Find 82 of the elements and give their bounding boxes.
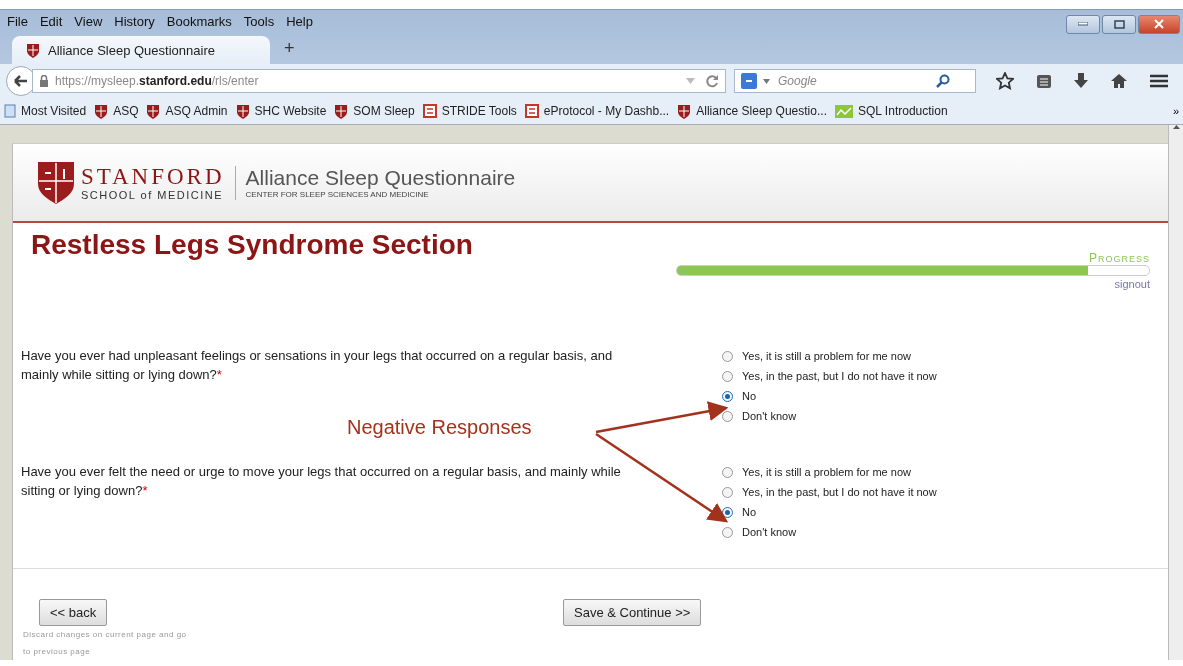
- shield-logo-icon: [37, 160, 75, 205]
- overflow-button[interactable]: »: [1172, 105, 1183, 117]
- bookmark-item[interactable]: SOM Sleep: [330, 103, 419, 119]
- bookmark-item[interactable]: ASQ: [90, 103, 143, 119]
- search-engine-icon: [741, 73, 757, 89]
- shield-icon: [146, 103, 161, 119]
- search-field[interactable]: Google: [734, 69, 976, 93]
- maximize-icon: [1113, 19, 1125, 29]
- url-text: https://mysleep.stanford.edu/rls/enter: [55, 74, 259, 88]
- option-label[interactable]: Yes, it is still a problem for me now: [742, 350, 911, 362]
- search-icon: [936, 74, 950, 88]
- star-icon[interactable]: [996, 72, 1014, 90]
- shield-icon: [94, 103, 109, 119]
- menu-item[interactable]: Help: [281, 13, 320, 29]
- bookmark-item[interactable]: SHC Website: [231, 103, 331, 119]
- shield-icon: [235, 103, 250, 119]
- save-continue-button[interactable]: Save & Continue >>: [563, 599, 702, 626]
- brand-name: STANFORD: [81, 164, 225, 189]
- minimize-button[interactable]: [1066, 14, 1100, 34]
- page-icon: [4, 104, 16, 118]
- radio-button[interactable]: [722, 370, 733, 382]
- bookmark-item[interactable]: ASQ Admin: [142, 103, 232, 119]
- shield-icon: [334, 103, 349, 119]
- radio-button[interactable]: [722, 390, 733, 402]
- menu-icon[interactable]: [1150, 74, 1168, 88]
- radio-button[interactable]: [722, 506, 733, 518]
- option-label[interactable]: Yes, in the past, but I do not have it now: [742, 486, 937, 498]
- menu-item[interactable]: Tools: [238, 13, 282, 29]
- radio-button[interactable]: [722, 486, 733, 498]
- radio-button[interactable]: [722, 466, 733, 478]
- back-arrow-icon: [14, 75, 28, 87]
- menu-item[interactable]: File: [2, 13, 35, 29]
- radio-button[interactable]: [722, 410, 733, 422]
- chart-icon: [834, 104, 853, 118]
- close-icon: [1154, 19, 1164, 29]
- progress-label: PROGRESS: [1088, 251, 1150, 265]
- bookmark-item[interactable]: Alliance Sleep Questio...: [673, 103, 831, 119]
- bookmark-item[interactable]: STRIDE Tools: [418, 104, 521, 118]
- option-label[interactable]: Yes, it is still a problem for me now: [742, 466, 911, 478]
- option-label[interactable]: No: [742, 506, 757, 518]
- download-icon[interactable]: [1074, 73, 1088, 89]
- option-label[interactable]: Don't know: [742, 410, 797, 422]
- square-icon: [422, 104, 437, 118]
- radio-button[interactable]: [722, 526, 733, 538]
- search-input[interactable]: Google: [776, 73, 930, 89]
- hint-text: Discard changes on current page and go to previous page: [23, 629, 188, 658]
- question-text: Have you ever felt the need or urge to move your legs that occurred on a regular basis, and mainly while sitting or lying down?*: [21, 463, 622, 500]
- bookmark-item[interactable]: eProtocol - My Dashb...: [520, 104, 674, 118]
- new-tab-button[interactable]: +: [284, 38, 295, 59]
- scrollbar[interactable]: [1168, 125, 1183, 660]
- menu-item[interactable]: History: [109, 13, 162, 29]
- close-button[interactable]: [1138, 14, 1180, 34]
- clipboard-icon[interactable]: [1036, 73, 1052, 89]
- signout-link[interactable]: signout: [1114, 278, 1150, 290]
- shield-icon: [26, 42, 40, 58]
- option-label[interactable]: Don't know: [742, 526, 797, 538]
- app-name: Alliance Sleep Questionnaire: [245, 166, 516, 190]
- school-name: SCHOOL of MEDICINE: [81, 188, 225, 201]
- dropdown-icon: [763, 78, 770, 84]
- menu-item[interactable]: Bookmarks: [161, 13, 239, 29]
- question-text: Have you ever had unpleasant feelings or sensations in your legs that occurred on a regular basis, and mainly while sitting or lying down?*: [21, 347, 614, 384]
- shield-icon: [677, 103, 692, 119]
- dropdown-icon: [686, 78, 695, 84]
- option-label[interactable]: Yes, in the past, but I do not have it now: [742, 370, 937, 382]
- reload-icon[interactable]: [705, 74, 719, 88]
- home-icon[interactable]: [1110, 73, 1128, 89]
- maximize-button[interactable]: [1102, 14, 1136, 34]
- section-title: Restless Legs Syndrome Section: [31, 229, 473, 262]
- center-name: CENTER FOR SLEEP SCIENCES AND MEDICINE: [245, 190, 430, 199]
- square-icon: [524, 104, 539, 118]
- menu-item[interactable]: View: [69, 13, 110, 29]
- browser-tab[interactable]: Alliance Sleep Questionnaire: [12, 36, 270, 64]
- back-button[interactable]: << back: [39, 599, 108, 626]
- bookmark-item[interactable]: SQL Introduction: [830, 104, 952, 118]
- menu-item[interactable]: Edit: [34, 13, 70, 29]
- option-label[interactable]: No: [742, 390, 757, 402]
- minimize-icon: [1078, 22, 1088, 26]
- lock-icon: [39, 75, 49, 87]
- bookmark-item[interactable]: Most Visited: [0, 104, 91, 118]
- radio-button[interactable]: [722, 350, 733, 362]
- annotation-text: Negative Responses: [347, 416, 532, 439]
- address-bar[interactable]: https://mysleep.stanford.edu/rls/enter: [32, 69, 726, 93]
